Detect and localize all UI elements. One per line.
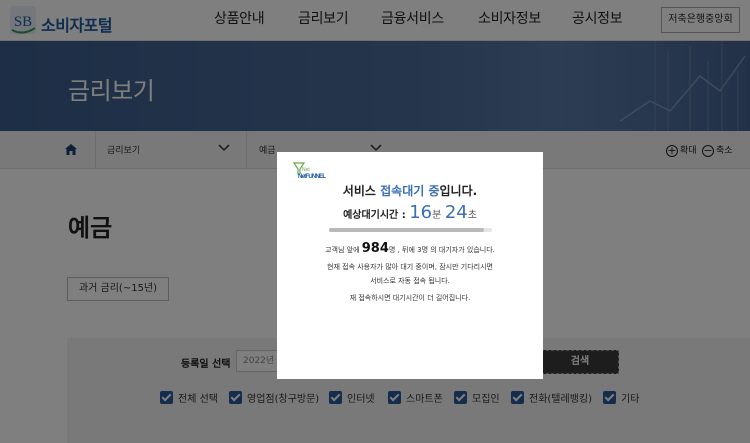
wait-message-line: 현재 접속 사용자가 많아 대기 중이며, 잠시만 기다리시면 bbox=[327, 263, 493, 271]
wait-progress-bar bbox=[329, 228, 492, 232]
wait-dialog: Net NetFUNNEL 서비스 접속대기 중입니다. 예상대기시간 : 16… bbox=[277, 152, 543, 379]
wait-progress-fill bbox=[329, 228, 484, 232]
dialog-title: 서비스 접속대기 중입니다. bbox=[342, 184, 478, 198]
wait-message-line: 서비스로 자동 접속 됩니다. bbox=[370, 277, 450, 285]
reconnect-warning: 재 접속하시면 대기시간이 더 길어집니다. bbox=[349, 294, 471, 302]
svg-text:Net: Net bbox=[302, 167, 310, 173]
netfunnel-logo-icon: Net NetFUNNEL bbox=[293, 162, 326, 180]
netfunnel-logo-text: NetFUNNEL bbox=[298, 174, 326, 180]
queue-info: 고객님 앞에 984명 , 뒤에 3명 의 대기자가 있습니다. bbox=[325, 241, 495, 256]
estimated-wait-time: 예상대기시간 : 16분 24초 bbox=[343, 202, 477, 223]
